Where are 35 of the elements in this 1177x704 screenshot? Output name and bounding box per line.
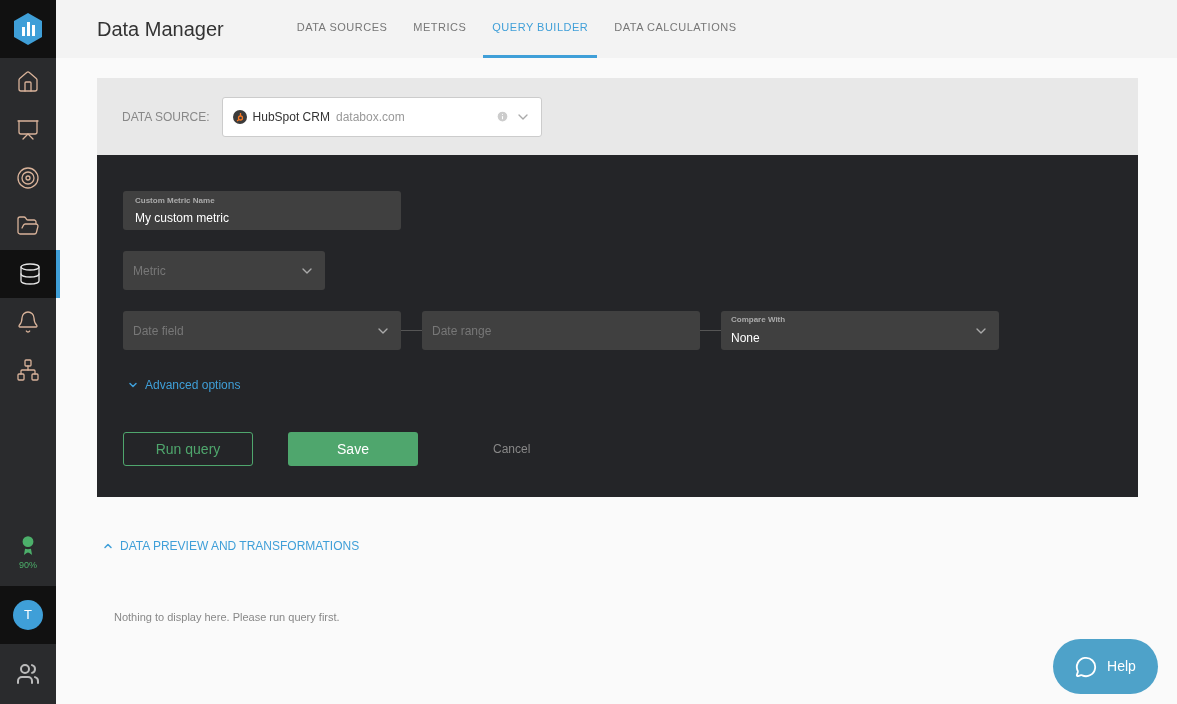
data-source-name: HubSpot CRM [252,108,330,126]
field-value: None [731,330,761,347]
user-avatar[interactable]: T [13,600,43,630]
tab[interactable]: QUERY BUILDER [483,0,598,58]
data-source-domain: databox.com [335,108,405,126]
data-source-label: DATA SOURCE: [122,108,210,126]
database-icon [18,262,42,286]
field-label: Custom Metric Name [135,195,216,207]
help-button[interactable]: Help [1053,639,1158,694]
tab[interactable]: DATA CALCULATIONS [605,0,746,58]
dashboard-icon [16,118,40,142]
chat-bubble-icon [1075,655,1098,678]
users-icon[interactable] [16,662,40,686]
folder-icon [16,214,40,238]
tab[interactable]: METRICS [404,0,476,58]
preview-toggle[interactable]: DATA PREVIEW AND TRANSFORMATIONS [102,537,360,555]
home-icon [16,70,40,94]
bell-icon [16,310,40,334]
compare-with-select[interactable]: Compare With None [721,311,999,350]
save-button[interactable]: Save [288,432,418,466]
hub-logo-icon [232,109,247,124]
tab[interactable]: DATA SOURCES [287,0,397,58]
field-value: My custom metric [135,210,230,227]
sidebar-item[interactable] [0,250,60,298]
achievement-percent: 90% [19,558,37,572]
metric-name-field[interactable]: Custom Metric Name My custom metric [123,191,401,230]
advanced-options-toggle[interactable]: Advanced options [127,376,241,394]
field-label: Compare With [731,314,786,326]
data-source-select[interactable]: HubSpot CRM databox.com [221,96,542,137]
run-query-button[interactable]: Run query [123,432,253,466]
target-icon [16,166,40,190]
cancel-button[interactable]: Cancel [493,440,531,458]
page-title: Data Manager [97,17,224,42]
empty-message: Nothing to display here. Please run query first. [114,610,341,625]
bar-chart-logo-icon[interactable] [12,12,44,46]
